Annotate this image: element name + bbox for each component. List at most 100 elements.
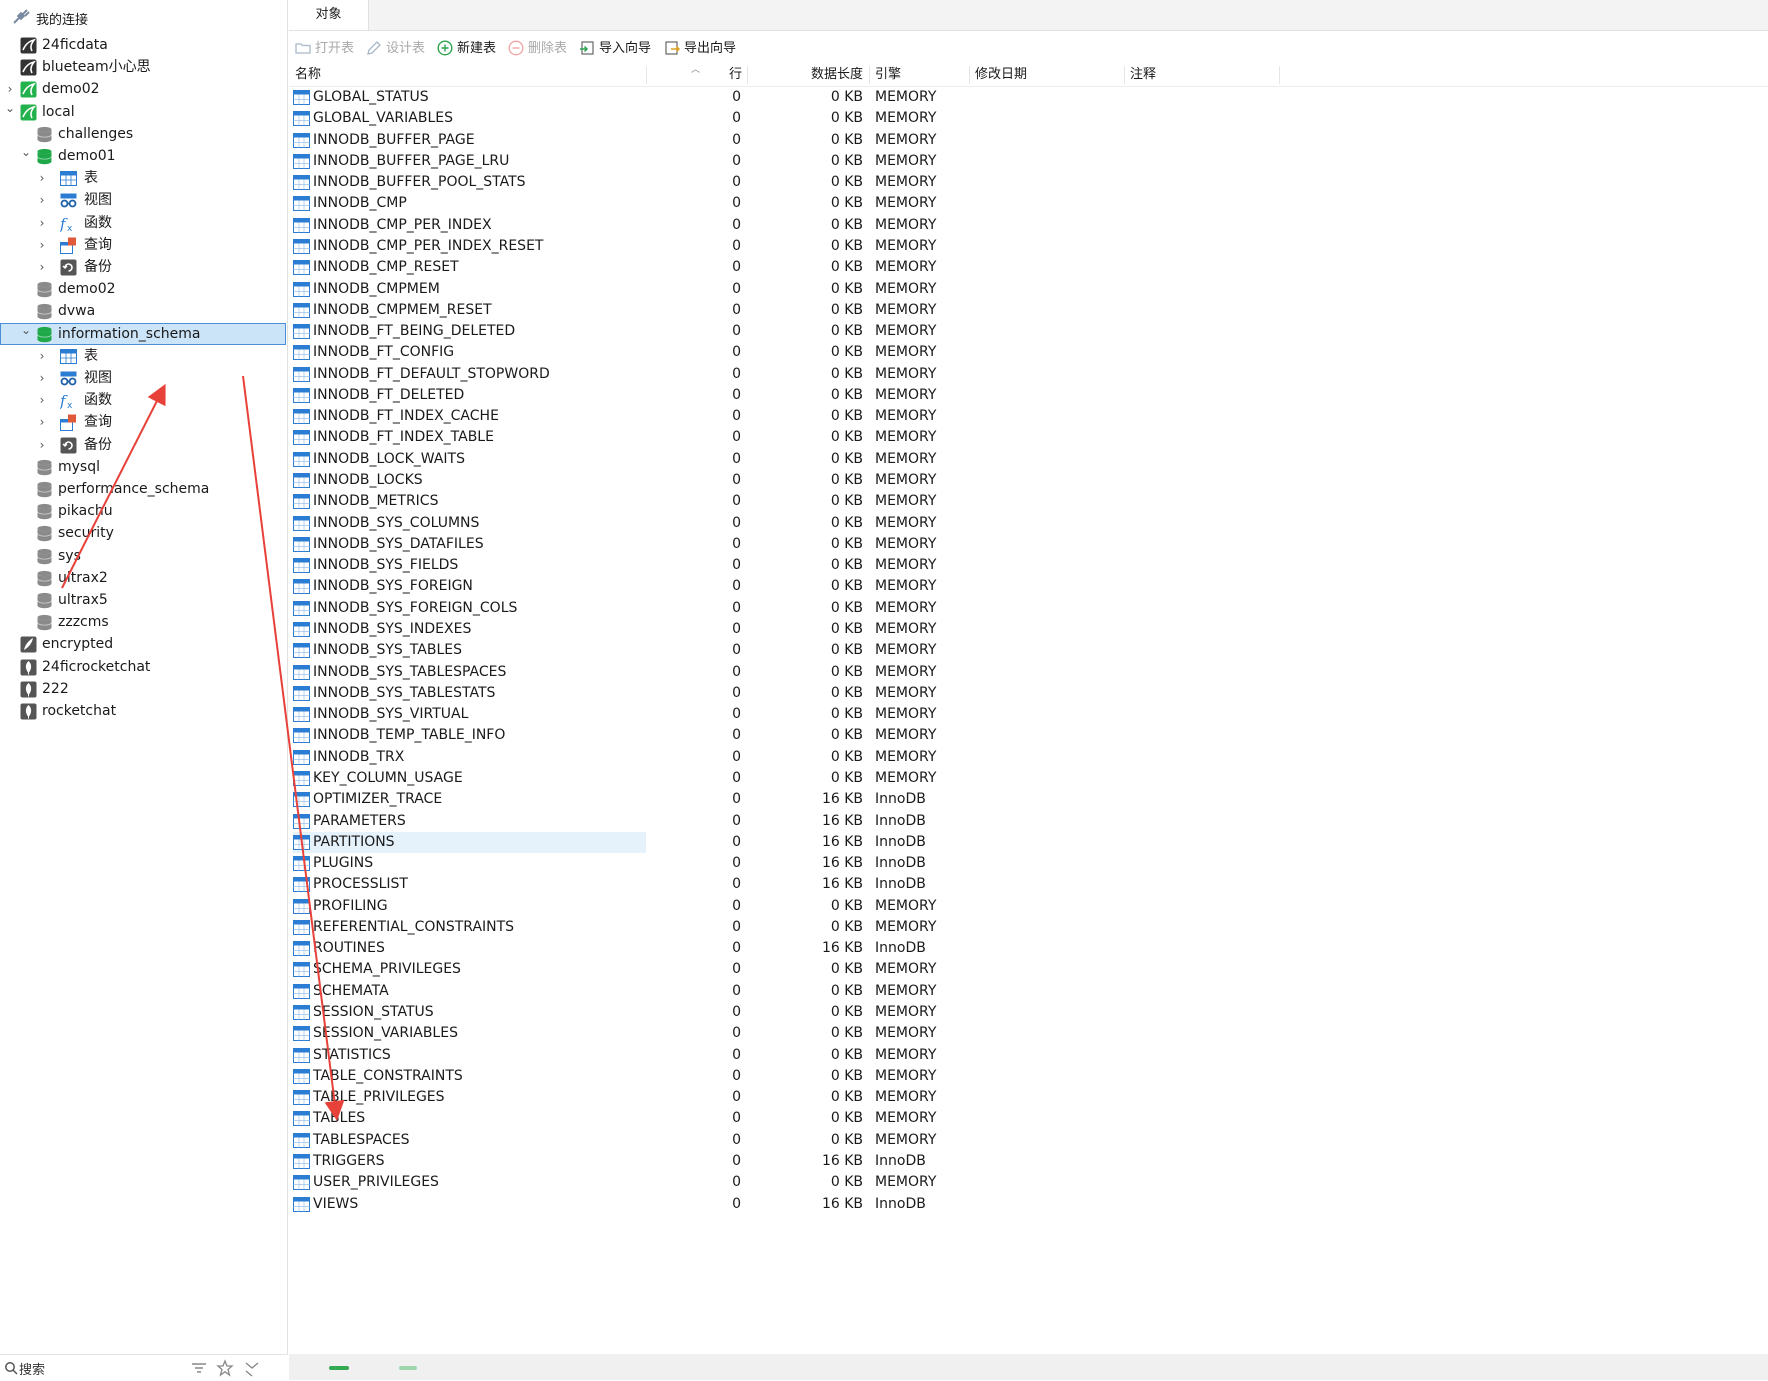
table-name-cell[interactable]: INNODB_SYS_DATAFILES [293, 534, 646, 555]
table-row[interactable]: PLUGINS 0 16 KB InnoDB [289, 853, 1768, 874]
table-row[interactable]: INNODB_CMP_PER_INDEX 0 0 KB MEMORY [289, 215, 1768, 236]
chevron-right-icon[interactable]: › [36, 256, 48, 278]
tree-node[interactable]: › 视图 [0, 367, 288, 389]
tree-node[interactable]: mysql [0, 456, 288, 478]
table-row[interactable]: INNODB_CMPMEM 0 0 KB MEMORY [289, 279, 1768, 300]
tree-node[interactable]: ultrax2 [0, 567, 288, 589]
table-row[interactable]: GLOBAL_STATUS 0 0 KB MEMORY [289, 87, 1768, 108]
table-row[interactable]: INNODB_FT_DEFAULT_STOPWORD 0 0 KB MEMORY [289, 364, 1768, 385]
table-row[interactable]: INNODB_SYS_VIRTUAL 0 0 KB MEMORY [289, 704, 1768, 725]
table-row[interactable]: INNODB_TRX 0 0 KB MEMORY [289, 747, 1768, 768]
column-comment-header[interactable]: 注释 [1130, 64, 1156, 86]
column-name-header[interactable]: 名称 [295, 64, 321, 86]
table-row[interactable]: INNODB_FT_BEING_DELETED 0 0 KB MEMORY [289, 321, 1768, 342]
tree-node[interactable]: › 查询 [0, 234, 288, 256]
table-row[interactable]: INNODB_SYS_FOREIGN 0 0 KB MEMORY [289, 576, 1768, 597]
table-row[interactable]: INNODB_CMP_PER_INDEX_RESET 0 0 KB MEMORY [289, 236, 1768, 257]
table-row[interactable]: VIEWS 0 16 KB InnoDB [289, 1194, 1768, 1215]
table-row[interactable]: INNODB_METRICS 0 0 KB MEMORY [289, 491, 1768, 512]
table-row[interactable]: PARTITIONS 0 16 KB InnoDB [289, 831, 1768, 853]
table-row[interactable]: SCHEMATA 0 0 KB MEMORY [289, 981, 1768, 1002]
table-row[interactable]: STATISTICS 0 0 KB MEMORY [289, 1045, 1768, 1066]
table-name-cell[interactable]: INNODB_CMP [293, 193, 646, 214]
table-row[interactable]: INNODB_LOCKS 0 0 KB MEMORY [289, 470, 1768, 491]
table-name-cell[interactable]: PARTITIONS [293, 831, 646, 853]
table-name-cell[interactable]: INNODB_FT_DEFAULT_STOPWORD [293, 364, 646, 385]
table-name-cell[interactable]: STATISTICS [293, 1045, 646, 1066]
table-row[interactable]: PARAMETERS 0 16 KB InnoDB [289, 811, 1768, 832]
table-name-cell[interactable]: ROUTINES [293, 938, 646, 959]
chevron-down-icon[interactable]: ⌄ [4, 97, 16, 119]
column-divider[interactable] [1279, 66, 1280, 84]
tree-node[interactable]: › 视图 [0, 189, 288, 211]
tree-node[interactable]: blueteam小心思 [0, 56, 288, 78]
table-name-cell[interactable]: INNODB_LOCKS [293, 470, 646, 491]
table-row[interactable]: REFERENTIAL_CONSTRAINTS 0 0 KB MEMORY [289, 917, 1768, 938]
table-name-cell[interactable]: INNODB_SYS_TABLES [293, 640, 646, 661]
tree-node[interactable]: › 表 [0, 167, 288, 189]
table-name-cell[interactable]: INNODB_SYS_FOREIGN [293, 576, 646, 597]
column-divider[interactable] [1124, 66, 1125, 84]
chevron-right-icon[interactable]: › [36, 234, 48, 256]
table-row[interactable]: TABLE_PRIVILEGES 0 0 KB MEMORY [289, 1087, 1768, 1108]
table-row[interactable]: INNODB_FT_DELETED 0 0 KB MEMORY [289, 385, 1768, 406]
tree-node[interactable]: ultrax5 [0, 589, 288, 611]
chevron-down-icon[interactable]: ⌄ [20, 141, 32, 163]
table-row[interactable]: PROFILING 0 0 KB MEMORY [289, 896, 1768, 917]
open-table-button[interactable]: 打开表 [295, 36, 354, 62]
tree-node[interactable]: sys [0, 545, 288, 567]
table-row[interactable]: USER_PRIVILEGES 0 0 KB MEMORY [289, 1172, 1768, 1193]
table-name-cell[interactable]: INNODB_SYS_COLUMNS [293, 513, 646, 534]
table-row[interactable]: TABLE_CONSTRAINTS 0 0 KB MEMORY [289, 1066, 1768, 1087]
tree-node[interactable]: 24ficrocketchat [0, 656, 288, 678]
table-row[interactable]: INNODB_SYS_INDEXES 0 0 KB MEMORY [289, 619, 1768, 640]
tree-node[interactable]: › 查询 [0, 411, 288, 433]
table-name-cell[interactable]: KEY_COLUMN_USAGE [293, 768, 646, 789]
collapse-icon[interactable] [243, 1359, 261, 1377]
chevron-right-icon[interactable]: › [36, 367, 48, 389]
chevron-down-icon[interactable]: ⌄ [20, 319, 32, 341]
search-bar[interactable]: 搜索 [0, 1354, 288, 1381]
tree-node[interactable]: zzzcms [0, 611, 288, 633]
table-row[interactable]: INNODB_FT_INDEX_TABLE 0 0 KB MEMORY [289, 427, 1768, 448]
table-row[interactable]: TABLES 0 0 KB MEMORY [289, 1108, 1768, 1129]
design-table-button[interactable]: 设计表 [366, 36, 425, 62]
tree-node[interactable]: ⌄ demo01 [0, 145, 288, 167]
export-wizard-button[interactable]: 导出向导 [664, 36, 736, 62]
table-row[interactable]: INNODB_CMP 0 0 KB MEMORY [289, 193, 1768, 214]
table-name-cell[interactable]: TABLE_PRIVILEGES [293, 1087, 646, 1108]
table-row[interactable]: INNODB_SYS_TABLES 0 0 KB MEMORY [289, 640, 1768, 661]
table-name-cell[interactable]: USER_PRIVILEGES [293, 1172, 646, 1193]
tree-node[interactable]: › f x 函数 [0, 389, 288, 411]
tree-node[interactable]: ⌄ information_schema [0, 322, 286, 345]
table-name-cell[interactable]: INNODB_FT_INDEX_CACHE [293, 406, 646, 427]
table-name-cell[interactable]: GLOBAL_VARIABLES [293, 108, 646, 129]
new-table-button[interactable]: 新建表 [437, 36, 496, 62]
table-name-cell[interactable]: INNODB_CMPMEM_RESET [293, 300, 646, 321]
table-name-cell[interactable]: INNODB_BUFFER_PAGE_LRU [293, 151, 646, 172]
table-row[interactable]: INNODB_BUFFER_POOL_STATS 0 0 KB MEMORY [289, 172, 1768, 193]
star-icon[interactable] [216, 1359, 234, 1377]
tree-node[interactable]: › f x 函数 [0, 212, 288, 234]
table-row[interactable]: INNODB_SYS_FOREIGN_COLS 0 0 KB MEMORY [289, 598, 1768, 619]
table-row[interactable]: SCHEMA_PRIVILEGES 0 0 KB MEMORY [289, 959, 1768, 980]
column-length-header[interactable]: 数据长度 [811, 64, 863, 86]
tab-objects[interactable]: 对象 [289, 0, 369, 30]
table-name-cell[interactable]: INNODB_CMP_PER_INDEX_RESET [293, 236, 646, 257]
table-row[interactable]: INNODB_FT_CONFIG 0 0 KB MEMORY [289, 342, 1768, 363]
table-row[interactable]: OPTIMIZER_TRACE 0 16 KB InnoDB [289, 789, 1768, 810]
table-name-cell[interactable]: PROCESSLIST [293, 874, 646, 895]
delete-table-button[interactable]: 删除表 [508, 36, 567, 62]
table-row[interactable]: INNODB_TEMP_TABLE_INFO 0 0 KB MEMORY [289, 725, 1768, 746]
tree-node[interactable]: pikachu [0, 500, 288, 522]
column-divider[interactable] [646, 66, 647, 84]
table-name-cell[interactable]: INNODB_SYS_VIRTUAL [293, 704, 646, 725]
search-label[interactable]: 搜索 [19, 1359, 45, 1378]
table-row[interactable]: INNODB_CMPMEM_RESET 0 0 KB MEMORY [289, 300, 1768, 321]
tree-node[interactable]: rocketchat [0, 700, 288, 722]
table-name-cell[interactable]: REFERENTIAL_CONSTRAINTS [293, 917, 646, 938]
table-row[interactable]: INNODB_SYS_TABLESPACES 0 0 KB MEMORY [289, 662, 1768, 683]
table-name-cell[interactable]: GLOBAL_STATUS [293, 87, 646, 108]
tree-node[interactable]: performance_schema [0, 478, 288, 500]
filter-icon[interactable] [190, 1359, 208, 1377]
